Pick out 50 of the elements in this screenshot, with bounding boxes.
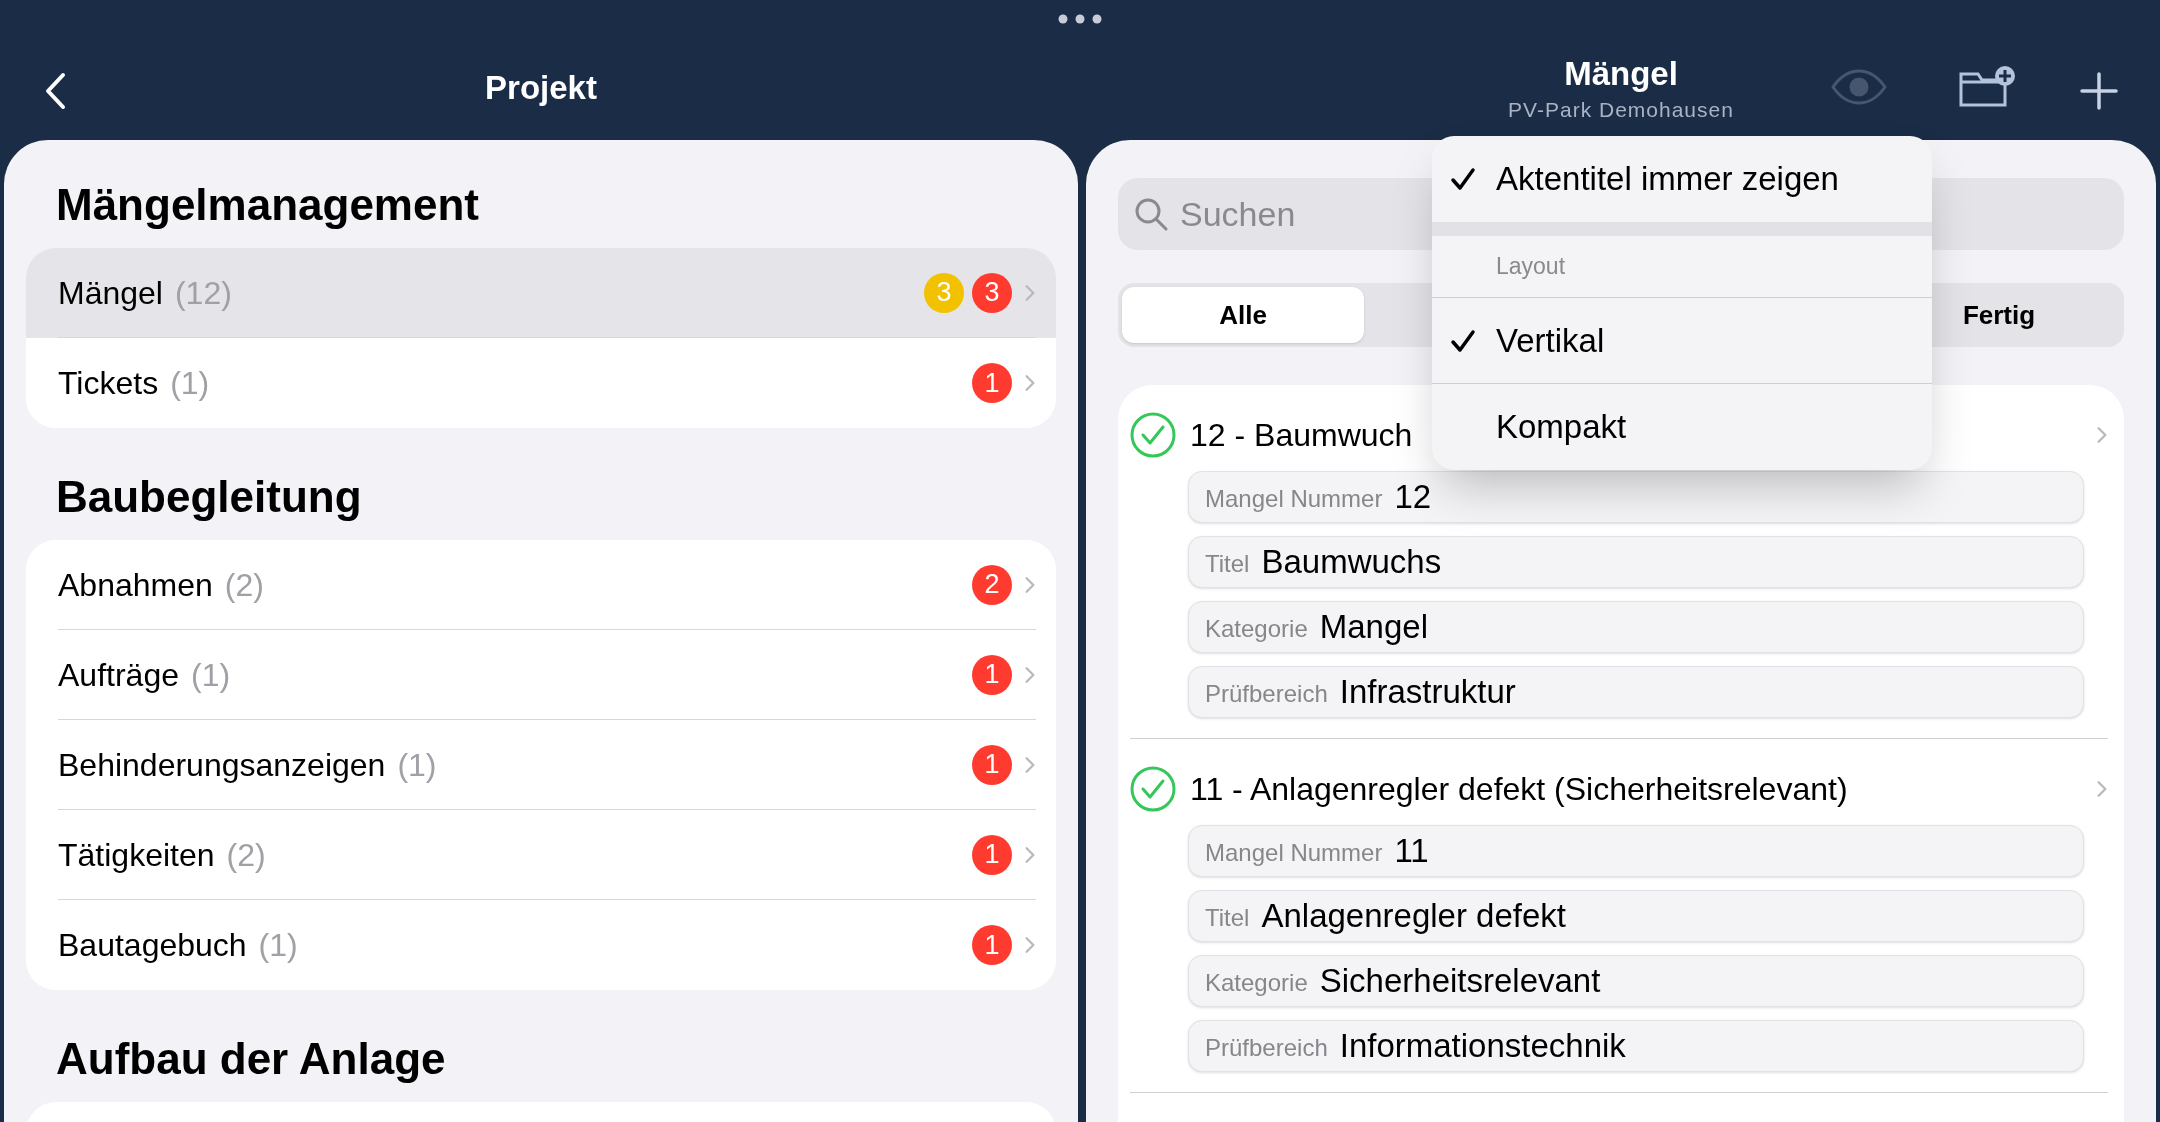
field-value: Mangel <box>1319 607 1428 648</box>
count-badge: 1 <box>972 925 1012 965</box>
menu-item-label: Aktentitel immer zeigen <box>1496 159 1839 200</box>
field-label: Titel <box>1205 903 1250 933</box>
section-title: Aufbau der Anlage <box>55 1033 447 1085</box>
menu-header: Layout <box>1496 252 1566 282</box>
panel-title: Projekt <box>485 68 597 109</box>
count-badge: 1 <box>972 363 1012 403</box>
row-label: Abnahmen <box>58 565 213 605</box>
row-label: Bautagebuch <box>58 926 247 965</box>
count-badge: 1 <box>972 654 1012 695</box>
field-value: Informationstechnik <box>1339 1026 1626 1067</box>
menu-item-label: Vertikal <box>1496 320 1605 361</box>
section-title: Baubegleitung <box>55 471 363 523</box>
row-label: Mängel <box>58 273 163 313</box>
field-label: Kategorie <box>1205 614 1308 644</box>
row-count: (2) <box>226 835 266 875</box>
row-count: (1) <box>397 745 437 785</box>
defect-title: 11 - Anlagenregler defekt (Sicherheitsrelevant) <box>1190 770 1848 809</box>
count-badge: 3 <box>924 272 964 313</box>
row-label: Tätigkeiten <box>58 835 215 875</box>
row-count: (1) <box>190 655 231 695</box>
panel-title: Mängel <box>1564 54 1678 94</box>
count-badge: 1 <box>972 834 1012 875</box>
field-label: Mangel Nummer <box>1205 838 1383 868</box>
count-badge: 2 <box>972 564 1012 605</box>
row-count: (1) <box>258 926 298 965</box>
field-value: 12 <box>1394 477 1432 518</box>
field-value: Sicherheitsrelevant <box>1319 961 1601 1002</box>
count-badge: 3 <box>972 272 1012 313</box>
defect-title: 12 - Baumwuch <box>1190 416 1413 455</box>
field-label: Kategorie <box>1205 968 1308 998</box>
field-label: Mangel Nummer <box>1205 484 1383 514</box>
row-count: (12) <box>174 273 232 313</box>
count-badge: 1 <box>972 744 1012 785</box>
row-label: Tickets <box>58 364 159 403</box>
menu-item-label: Kompakt <box>1496 407 1627 448</box>
row-count: (1) <box>170 364 210 403</box>
row-label: Aufträge <box>58 655 179 695</box>
row-label: Behinderungsanzeigen <box>58 745 386 785</box>
field-value: Infrastruktur <box>1339 672 1516 713</box>
row-count: (2) <box>224 565 264 605</box>
field-value: Baumwuchs <box>1261 542 1442 583</box>
field-label: Titel <box>1205 549 1250 579</box>
field-label: Prüfbereich <box>1205 679 1328 709</box>
field-value: Anlagenregler defekt <box>1261 896 1566 937</box>
section-title: Mängelmanagement <box>55 179 480 231</box>
field-label: Prüfbereich <box>1205 1033 1328 1063</box>
panel-subtitle: PV-Park Demohausen <box>1508 97 1734 123</box>
field-value: 11 <box>1394 831 1429 872</box>
